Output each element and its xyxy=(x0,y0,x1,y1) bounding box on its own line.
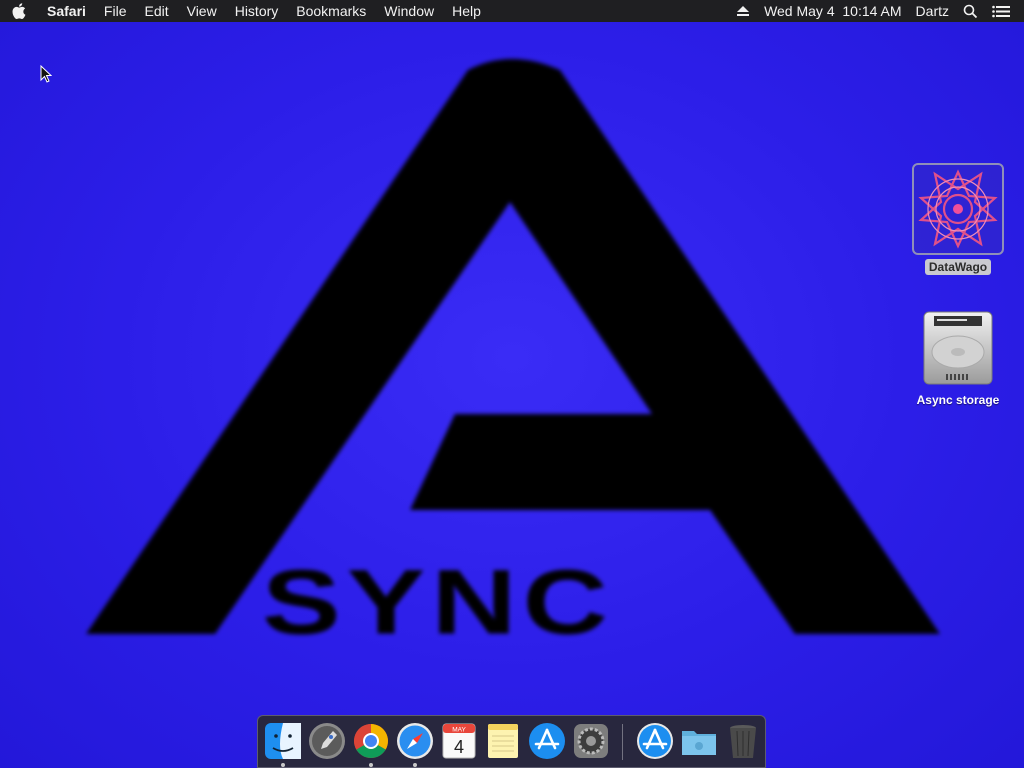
dock-launchpad[interactable] xyxy=(307,721,347,761)
menu-view[interactable]: View xyxy=(178,0,226,22)
menu-file[interactable]: File xyxy=(95,0,136,22)
dock-downloads-stack[interactable] xyxy=(635,721,675,761)
notes-icon xyxy=(488,724,518,758)
chrome-icon xyxy=(354,724,388,758)
eject-icon[interactable] xyxy=(729,0,757,22)
calendar-icon: MAY 4 xyxy=(442,723,476,759)
dock-system-preferences[interactable] xyxy=(571,721,611,761)
menu-window[interactable]: Window xyxy=(375,0,443,22)
calendar-day: 4 xyxy=(454,737,464,757)
menu-help[interactable]: Help xyxy=(443,0,490,22)
dock-separator xyxy=(622,724,623,760)
desktop-icon-datawago[interactable]: DataWago xyxy=(910,163,1006,276)
list-icon[interactable] xyxy=(985,0,1024,22)
app-store-icon xyxy=(529,723,565,759)
trash-icon xyxy=(730,725,756,758)
desktop-icon-label: Async storage xyxy=(916,393,1000,407)
safari-icon xyxy=(397,723,433,759)
dock-chrome[interactable] xyxy=(351,721,391,767)
async-logo: SYNC xyxy=(86,59,940,654)
folder-icon xyxy=(682,731,716,755)
calendar-month: MAY xyxy=(452,727,466,734)
hard-drive-icon xyxy=(918,308,998,388)
desktop-icon-label: DataWago xyxy=(924,259,992,275)
datawago-app-icon xyxy=(912,163,1004,255)
running-indicator xyxy=(281,763,285,767)
dock-trash[interactable] xyxy=(723,721,763,761)
desktop-icon-async-storage[interactable]: Async storage xyxy=(910,308,1006,409)
desktop-wallpaper: SYNC xyxy=(0,22,1024,768)
dock-calendar[interactable]: MAY 4 xyxy=(439,721,479,761)
app-store-icon xyxy=(637,723,673,759)
running-indicator xyxy=(413,763,417,767)
finder-icon xyxy=(265,723,301,759)
apple-icon[interactable] xyxy=(0,3,38,19)
launchpad-icon xyxy=(309,723,345,759)
menu-app-name[interactable]: Safari xyxy=(38,0,95,22)
system-preferences-icon xyxy=(574,724,608,758)
menu-bar: Safari File Edit View History Bookmarks … xyxy=(0,0,1024,22)
dock-safari[interactable] xyxy=(395,721,435,767)
menu-edit[interactable]: Edit xyxy=(135,0,177,22)
dock-notes[interactable] xyxy=(483,721,523,761)
menu-clock[interactable]: Wed May 4 10:14 AM xyxy=(757,0,908,22)
dock-folder[interactable] xyxy=(679,721,719,761)
menu-user[interactable]: Dartz xyxy=(909,0,956,22)
menu-history[interactable]: History xyxy=(226,0,288,22)
dock-finder[interactable] xyxy=(263,721,303,767)
search-icon[interactable] xyxy=(956,0,985,22)
running-indicator xyxy=(369,763,373,767)
mouse-cursor-icon xyxy=(40,64,53,88)
dock: MAY 4 xyxy=(257,715,766,768)
wallpaper-text: SYNC xyxy=(262,551,614,654)
menu-bookmarks[interactable]: Bookmarks xyxy=(287,0,375,22)
dock-app-store[interactable] xyxy=(527,721,567,761)
